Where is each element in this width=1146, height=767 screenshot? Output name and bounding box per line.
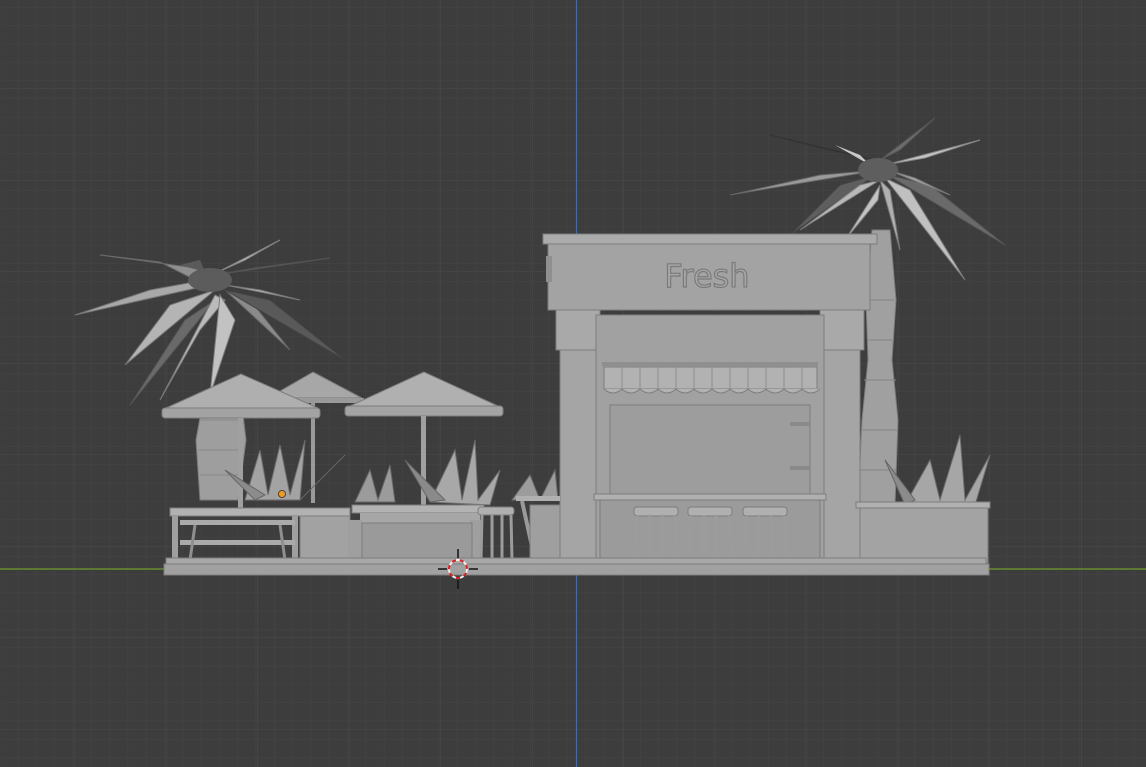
viewport-canvas[interactable]: Fresh (0, 0, 1146, 767)
planter-right[interactable] (855, 501, 991, 564)
3d-viewport[interactable]: Fresh (0, 0, 1146, 767)
kiosk-sign-text: Fresh (664, 257, 749, 295)
object-origin-point[interactable] (278, 490, 286, 498)
kiosk-awning (603, 366, 821, 394)
ground-base[interactable] (163, 557, 990, 576)
